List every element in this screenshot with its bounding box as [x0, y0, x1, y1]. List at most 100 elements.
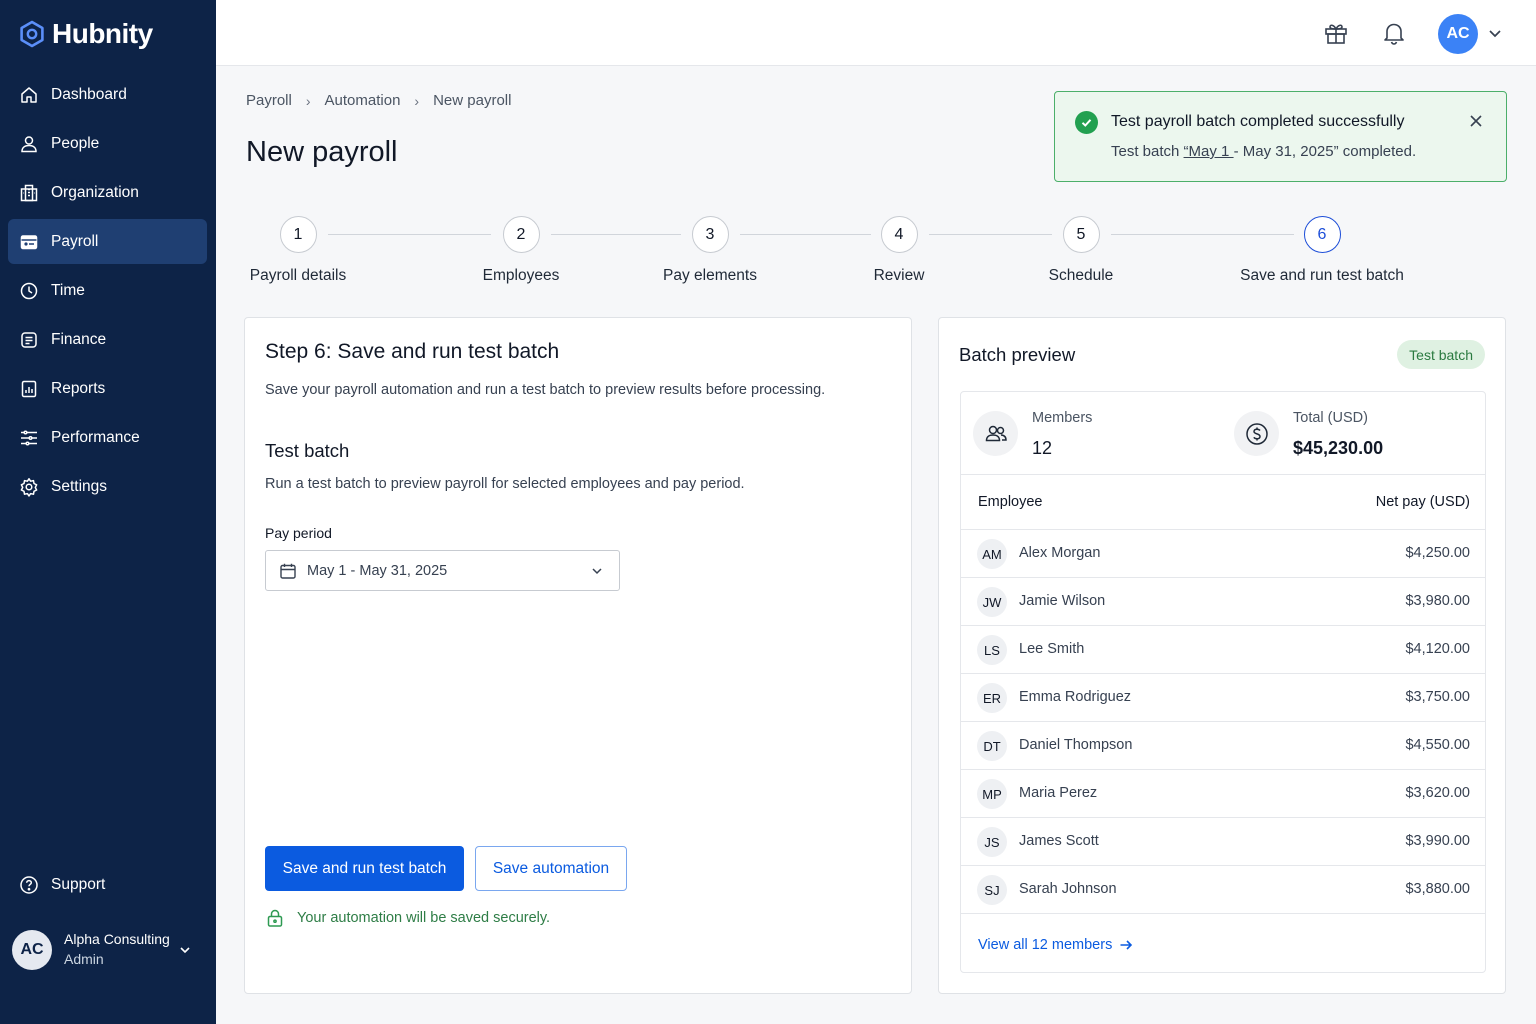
section-title: Test batch	[265, 440, 350, 461]
table-row[interactable]: JW Jamie Wilson $3,980.00	[961, 578, 1485, 626]
sidebar-item-label: Finance	[51, 330, 107, 348]
table-row[interactable]: DT Daniel Thompson $4,550.00	[961, 722, 1485, 770]
chevron-down-icon[interactable]	[1486, 24, 1504, 42]
home-icon	[19, 85, 39, 105]
sidebar-item-label: Settings	[51, 477, 108, 495]
finance-icon	[19, 330, 39, 350]
step-number: 1	[279, 216, 317, 253]
chevron-down-icon	[592, 568, 602, 575]
step-schedule[interactable]: 5 Schedule	[981, 216, 1181, 285]
toast-batch-link[interactable]: “May 1	[1184, 143, 1234, 160]
table-row[interactable]: JS James Scott $3,990.00	[961, 818, 1485, 866]
sidebar-item-time[interactable]: Time	[8, 268, 207, 313]
table-row[interactable]: LS Lee Smith $4,120.00	[961, 626, 1485, 674]
step-label: Employees	[482, 267, 560, 284]
bell-icon[interactable]	[1381, 20, 1407, 46]
table-row[interactable]: MP Maria Perez $3,620.00	[961, 770, 1485, 818]
sidebar-item-label: Organization	[51, 183, 139, 201]
avatar: AC	[12, 930, 52, 970]
net-pay: $3,990.00	[1405, 833, 1470, 849]
batch-preview-panel: Members 12 Total (USD) $45,230.00 Employ…	[960, 391, 1486, 973]
step-title: Step 6: Save and run test batch	[265, 340, 560, 363]
breadcrumb-payroll[interactable]: Payroll	[246, 92, 292, 109]
building-icon	[19, 183, 39, 203]
success-toast: Test payroll batch completed successfull…	[1054, 91, 1507, 182]
step-pay-elements[interactable]: 3 Pay elements	[610, 216, 810, 285]
step-review[interactable]: 4 Review	[799, 216, 999, 285]
brand-name: Hubnity	[52, 18, 153, 49]
close-icon[interactable]	[1468, 113, 1484, 129]
sidebar-support: Support	[8, 862, 207, 911]
pay-period-select[interactable]: May 1 - May 31, 2025	[265, 550, 620, 591]
view-all-label: View all 12 members	[978, 937, 1113, 953]
dollar-icon	[1234, 411, 1279, 456]
account-switcher[interactable]: AC Alpha Consulting Admin	[12, 928, 202, 972]
step-label: Review	[873, 267, 925, 284]
sidebar-item-finance[interactable]: Finance	[8, 317, 207, 362]
step-number: 4	[880, 216, 918, 253]
step-label: Pay elements	[663, 267, 757, 284]
pay-period-label: Pay period	[265, 525, 332, 541]
column-employee: Employee	[978, 494, 1043, 510]
employee-name: Alex Morgan	[1019, 545, 1101, 561]
batch-stats: Members 12 Total (USD) $45,230.00	[961, 392, 1485, 475]
net-pay: $3,980.00	[1405, 593, 1470, 609]
check-circle-icon	[1075, 111, 1098, 134]
step-save-and-run[interactable]: 6 Save and run test batch	[1222, 216, 1422, 285]
sidebar-item-label: Payroll	[51, 232, 99, 250]
avatar: SJ	[977, 875, 1007, 905]
sidebar-item-people[interactable]: People	[8, 121, 207, 166]
sidebar: Hubnity Dashboard People Organization Pa…	[0, 0, 216, 1024]
step-payroll-details[interactable]: 1 Payroll details	[198, 216, 398, 285]
performance-icon	[19, 428, 39, 448]
save-automation-button[interactable]: Save automation	[475, 846, 627, 891]
pay-period-value: May 1 - May 31, 2025	[307, 562, 448, 579]
sidebar-item-reports[interactable]: Reports	[8, 366, 207, 411]
table-row[interactable]: AM Alex Morgan $4,250.00	[961, 530, 1485, 578]
sidebar-item-payroll[interactable]: Payroll	[8, 219, 207, 264]
user-avatar[interactable]: AC	[1438, 14, 1478, 54]
employee-name: Emma Rodriguez	[1019, 689, 1132, 705]
step-label: Schedule	[1048, 267, 1114, 284]
batch-preview-card: Batch preview Test batch Members 12 Tota…	[938, 317, 1506, 994]
lock-icon	[267, 909, 283, 927]
breadcrumb-automation[interactable]: Automation	[325, 92, 401, 109]
stepper: 1 Payroll details 2 Employees 3 Pay elem…	[216, 216, 1536, 296]
section-description: Run a test batch to preview payroll for …	[265, 476, 745, 492]
page-title: New payroll	[246, 136, 398, 168]
view-all-members-link[interactable]: View all 12 members	[978, 937, 1134, 953]
net-pay: $4,120.00	[1405, 641, 1470, 657]
sidebar-item-organization[interactable]: Organization	[8, 170, 207, 215]
sidebar-item-support[interactable]: Support	[8, 862, 207, 907]
sidebar-item-dashboard[interactable]: Dashboard	[8, 72, 207, 117]
employee-name: James Scott	[1019, 833, 1099, 849]
chevron-right-icon: ›	[305, 92, 311, 109]
account-role: Admin	[64, 951, 104, 967]
person-icon	[19, 134, 39, 154]
employee-name: Daniel Thompson	[1019, 737, 1133, 753]
toast-message-suffix: - May 31, 2025” completed.	[1233, 143, 1417, 160]
sidebar-item-performance[interactable]: Performance	[8, 415, 207, 460]
toast-message: Test batch “May 1 - May 31, 2025” comple…	[1111, 143, 1416, 160]
members-label: Members	[1032, 410, 1093, 426]
column-net-pay: Net pay (USD)	[1375, 494, 1470, 510]
toast-message-prefix: Test batch	[1111, 143, 1184, 160]
help-icon	[19, 875, 39, 895]
table-row[interactable]: SJ Sarah Johnson $3,880.00	[961, 866, 1485, 914]
total-label: Total (USD)	[1293, 410, 1368, 426]
table-header: Employee Net pay (USD)	[961, 475, 1485, 530]
sidebar-item-label: Support	[51, 875, 106, 893]
step-number: 6	[1303, 216, 1341, 253]
save-and-run-button[interactable]: Save and run test batch	[265, 846, 464, 891]
users-icon	[973, 411, 1018, 456]
gift-icon[interactable]	[1323, 20, 1349, 46]
breadcrumb: Payroll › Automation › New payroll	[246, 92, 511, 109]
step-employees[interactable]: 2 Employees	[421, 216, 621, 285]
sidebar-item-settings[interactable]: Settings	[8, 464, 207, 509]
payroll-icon	[19, 232, 39, 252]
net-pay: $3,880.00	[1405, 881, 1470, 897]
brand-logo[interactable]: Hubnity	[18, 18, 153, 50]
batch-preview-title: Batch preview	[959, 344, 1076, 365]
avatar: ER	[977, 683, 1007, 713]
table-row[interactable]: ER Emma Rodriguez $3,750.00	[961, 674, 1485, 722]
